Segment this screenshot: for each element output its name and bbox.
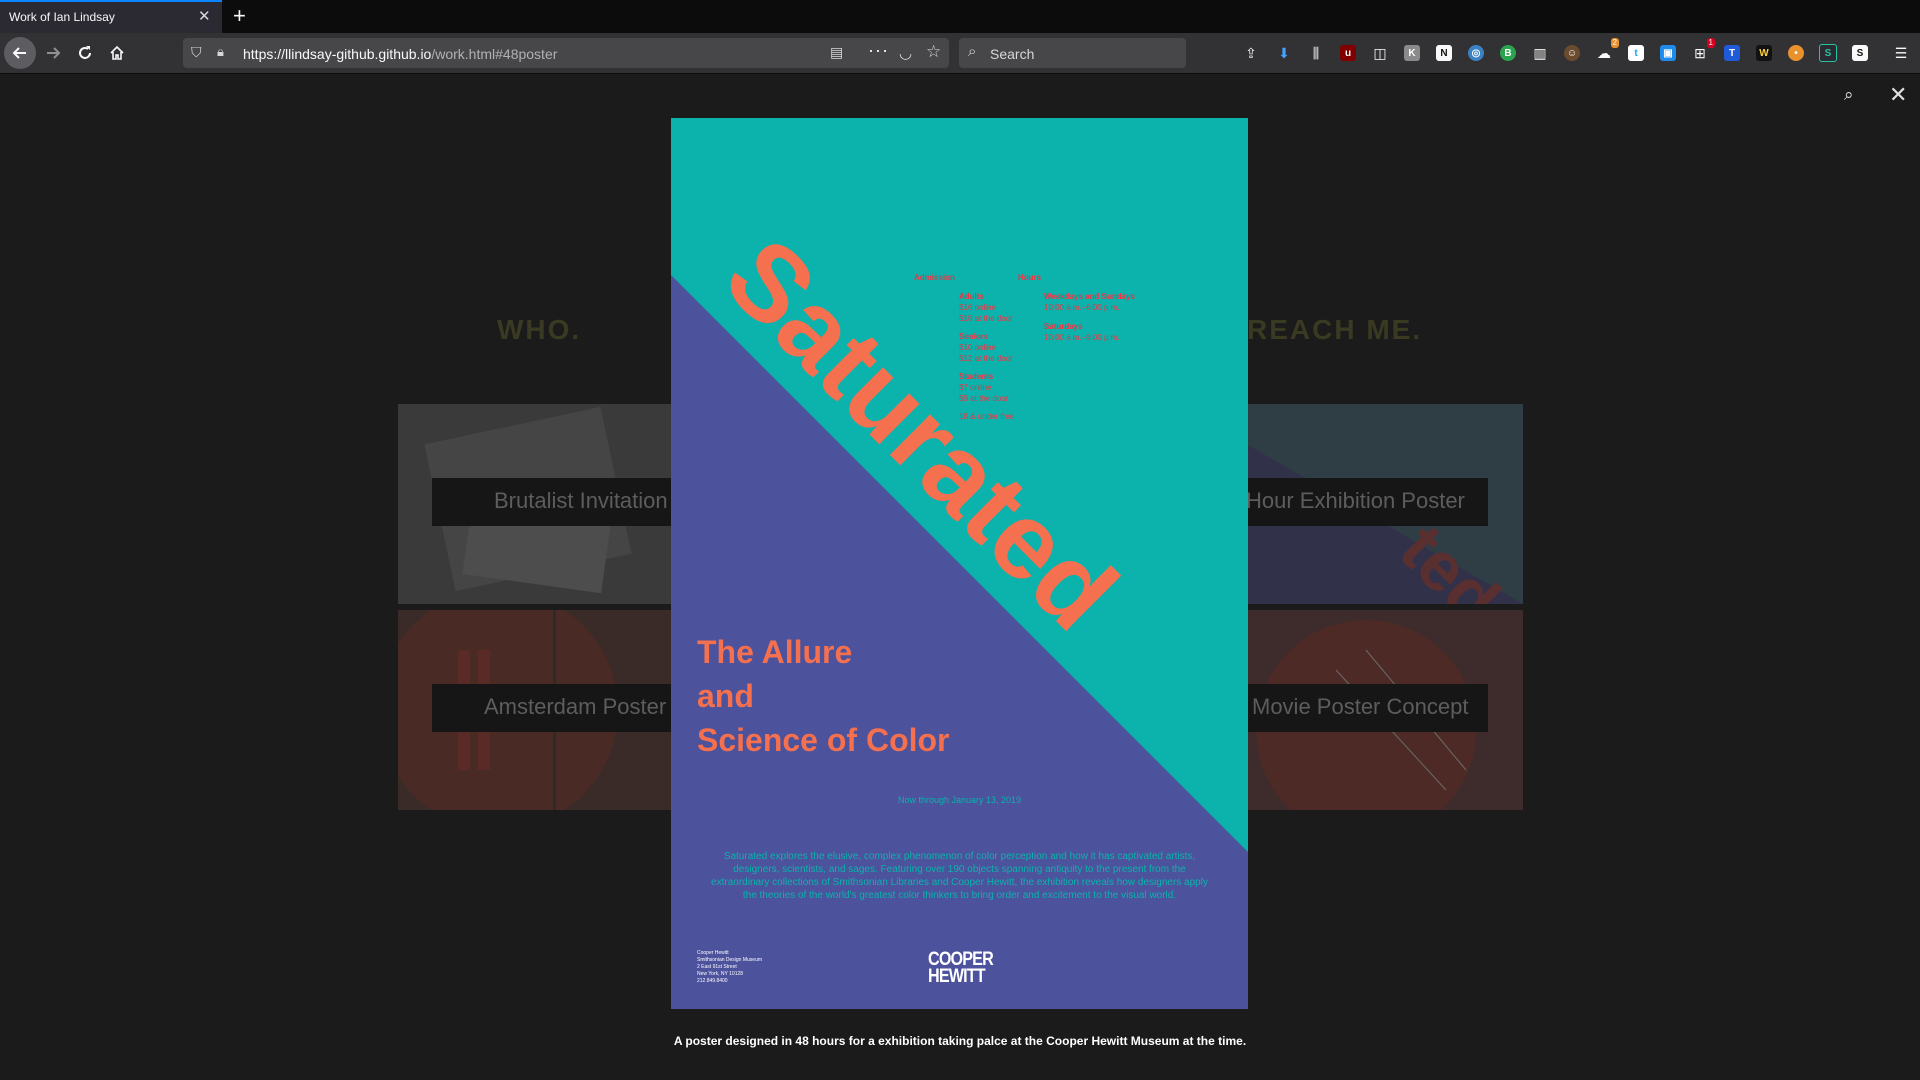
museum-address: Cooper Hewitt Smithsonian Design Museum … <box>697 950 763 984</box>
card-label: Brutalist Invitation <box>494 488 668 513</box>
tab-close-icon[interactable]: ✕ <box>198 8 211 26</box>
who-heading: WHO. <box>497 314 582 345</box>
arrow-right-icon <box>47 47 61 59</box>
reload-icon <box>79 46 91 59</box>
extension-profile-icon[interactable]: ☺ <box>1561 42 1583 64</box>
sidebar-icon[interactable]: ◫ <box>1369 42 1391 64</box>
lightbox-zoom-icon[interactable]: ⌕ <box>1844 85 1854 105</box>
card-label-bar: Amsterdam Poster <box>432 684 692 732</box>
search-placeholder: Search <box>990 46 1035 62</box>
admission-heading: Admission <box>914 273 955 282</box>
hours-saturdays: Saturdays 10:00 a.m.–9:00 p.m. <box>1044 322 1120 342</box>
search-bar[interactable]: ⌕ Search <box>959 38 1186 68</box>
hours-heading: Hours <box>1018 273 1042 282</box>
extension-face-icon[interactable]: • <box>1785 42 1807 64</box>
extension-n-icon[interactable]: N <box>1433 42 1455 64</box>
hours-weekdays: Weekdays and Sundays 10:00 a.m.–6:00 p.m… <box>1044 292 1135 312</box>
admission-seniors: Seniors $10 online $12 at the door <box>959 332 1013 363</box>
reach-heading: REACH ME. <box>1247 314 1423 345</box>
admission-adults: Adults $16 online $18 at the door <box>959 292 1013 323</box>
ublock-icon[interactable]: u <box>1337 42 1359 64</box>
download-icon[interactable]: ⬇ <box>1273 42 1295 64</box>
extension-k-icon[interactable]: K <box>1401 42 1423 64</box>
tab-title: Work of Ian Lindsay <box>9 10 115 24</box>
extension-bars-icon[interactable]: ▥ <box>1529 42 1551 64</box>
extension-b-icon[interactable]: B <box>1497 42 1519 64</box>
tracking-shield-icon[interactable]: ⛉ <box>191 44 202 61</box>
card-label: Amsterdam Poster <box>484 694 667 719</box>
pocket-icon[interactable]: ◡ <box>899 44 912 62</box>
save-icon[interactable]: ▣ <box>1657 42 1679 64</box>
extension-globe-icon[interactable]: ◎ <box>1465 42 1487 64</box>
back-button[interactable] <box>4 37 36 69</box>
arrow-left-icon <box>12 47 26 59</box>
poster-dates: Now through January 13, 2019 <box>897 795 1022 805</box>
lightbox-caption: A poster designed in 48 hours for a exhi… <box>673 1034 1247 1048</box>
url-text[interactable]: https://llindsay-github.github.io/work.h… <box>243 46 557 62</box>
navigation-toolbar: ⛉ 🔒︎ https://llindsay-github.github.io/w… <box>0 33 1920 74</box>
home-icon <box>110 45 124 60</box>
extension-w-icon[interactable]: W <box>1753 42 1775 64</box>
card-label: Hour Exhibition Poster <box>1246 488 1465 513</box>
reader-view-icon[interactable]: ▤ <box>830 44 843 61</box>
save-to-pocket-icon[interactable]: ⇪ <box>1240 42 1262 64</box>
bookmark-star-icon[interactable]: ☆ <box>926 42 941 62</box>
library-icon[interactable]: ⫼ <box>1305 42 1327 64</box>
reload-button[interactable] <box>69 33 101 73</box>
lightbox-close-icon[interactable]: ✕ <box>1889 82 1907 108</box>
admission-students: Students $7 online $9 at the door <box>959 372 1009 403</box>
card-label-bar: Brutalist Invitation <box>432 478 692 526</box>
browser-tab[interactable]: Work of Ian Lindsay ✕ <box>0 0 222 33</box>
forward-button[interactable] <box>37 33 69 73</box>
card-label-bar: Hour Exhibition Poster <box>1246 478 1488 526</box>
admission-note: 18 & under free <box>959 412 1015 421</box>
poster-description: Saturated explores the elusive, complex … <box>711 851 1208 901</box>
new-tab-button[interactable]: + <box>233 3 246 29</box>
extension-s-icon[interactable]: S <box>1817 42 1839 64</box>
poster-subtitle: The Allure and Science of Color <box>697 634 950 758</box>
tab-strip: Work of Ian Lindsay ✕ + <box>0 0 1920 33</box>
extension-cloud-icon[interactable]: ☁ 2 <box>1593 38 1619 64</box>
url-bar[interactable]: ⛉ 🔒︎ https://llindsay-github.github.io/w… <box>183 38 949 68</box>
poster-image: Saturated Admission Hours Adults $16 onl… <box>671 118 1248 1009</box>
lock-icon[interactable]: 🔒︎ <box>217 44 224 60</box>
card-label-bar: Movie Poster Concept <box>1246 684 1488 732</box>
page-actions-icon[interactable]: ··· <box>868 40 889 61</box>
search-icon: ⌕ <box>968 43 977 60</box>
cooper-hewitt-logo: COOPER HEWITT <box>928 949 994 987</box>
home-button[interactable] <box>101 33 133 73</box>
card-label: Movie Poster Concept <box>1252 694 1469 719</box>
twitter-icon[interactable]: t <box>1625 42 1647 64</box>
extension-grid-icon[interactable]: ⊞ 1 <box>1689 38 1715 64</box>
translate-icon[interactable]: T <box>1721 42 1743 64</box>
menu-icon[interactable]: ☰ <box>1890 42 1912 64</box>
extension-s2-icon[interactable]: S <box>1849 42 1871 64</box>
